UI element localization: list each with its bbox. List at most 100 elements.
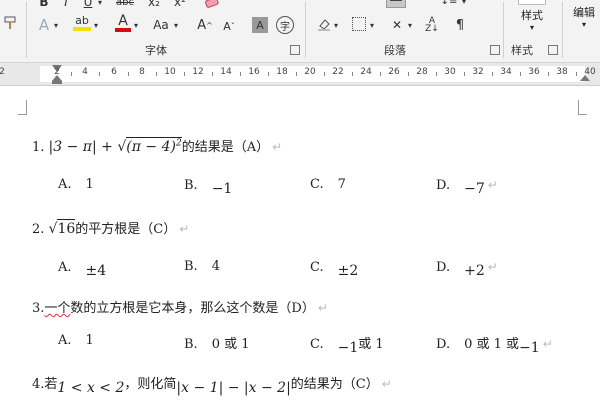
font-color-button[interactable]: A bbox=[114, 14, 132, 32]
styles-icon bbox=[518, 0, 546, 5]
ruler-tick bbox=[352, 72, 353, 76]
shading-icon[interactable] bbox=[316, 16, 332, 32]
ruler-tick bbox=[548, 72, 549, 76]
editing-button[interactable]: 编辑 ▾ bbox=[566, 4, 600, 40]
shading-dropdown-icon[interactable]: ▾ bbox=[332, 18, 340, 32]
horizontal-ruler[interactable]: 2 2 4 6 8 10 12 14 16 18 20 22 24 26 28 30 32 34 36 38 40 bbox=[0, 63, 600, 86]
q1-option-c-label: C. bbox=[310, 177, 324, 192]
q3-option-a[interactable]: A. 1 bbox=[58, 333, 94, 348]
q1-option-b-label: B. bbox=[184, 178, 198, 193]
underline-button[interactable]: U bbox=[80, 0, 96, 10]
ruler-tick bbox=[436, 72, 437, 76]
q1-option-c[interactable]: C. 7 bbox=[310, 177, 346, 192]
document-page[interactable] bbox=[0, 86, 600, 400]
sort-icon[interactable]: A Z↓ bbox=[424, 16, 440, 34]
sqrt-sign: √ bbox=[117, 139, 127, 155]
italic-button[interactable]: I bbox=[58, 0, 74, 10]
ribbon: B I U ▾ abc x₂ x² A ▾ ab ▾ A ▾ Aa ▾ A ^ A… bbox=[0, 0, 600, 63]
question-4[interactable]: 4.若1 < x < 2，则化简|x − 1| − |x − 2|的结果为（C）… bbox=[32, 373, 392, 396]
line-spacing-icon[interactable]: ↕≡ bbox=[440, 0, 458, 8]
ruler-tick bbox=[156, 72, 157, 76]
q3-option-c-label: C. bbox=[310, 337, 324, 352]
text-effects-icon[interactable]: A bbox=[36, 16, 52, 34]
styles-group-label: 样式 bbox=[511, 44, 533, 57]
q1-option-b[interactable]: B. −1 bbox=[184, 177, 232, 197]
paragraph-mark-icon: ↵ bbox=[487, 260, 498, 274]
char-shading-button[interactable]: A bbox=[252, 17, 268, 33]
q3-option-c[interactable]: C. −1或 1 bbox=[310, 333, 384, 356]
borders-dropdown-icon[interactable]: ▾ bbox=[368, 18, 376, 32]
grow-font-button[interactable]: A ^ bbox=[196, 16, 214, 34]
ruler-number: 32 bbox=[472, 67, 484, 77]
q1-option-d-value: −7 bbox=[464, 181, 485, 197]
align-center-icon[interactable] bbox=[342, 0, 356, 6]
ruler-number: 12 bbox=[192, 67, 204, 77]
font-color-letter: A bbox=[118, 13, 128, 29]
change-case-button[interactable]: Aa bbox=[150, 16, 172, 34]
q2-option-c[interactable]: C. ±2 bbox=[310, 259, 358, 279]
align-right-icon[interactable] bbox=[366, 0, 380, 6]
line-spacing-dropdown-icon[interactable]: ▾ bbox=[460, 0, 468, 8]
q2-text: 的平方根是（C） bbox=[75, 222, 177, 237]
question-3[interactable]: 3.一个数的立方根是它本身，那么这个数是（D） ↵ bbox=[32, 297, 328, 316]
enclose-char-button[interactable]: 字 bbox=[276, 16, 294, 34]
ruler-tick bbox=[380, 72, 381, 76]
clear-format-icon[interactable] bbox=[202, 0, 222, 10]
q2-option-b[interactable]: B. 4 bbox=[184, 259, 220, 274]
q2-sqrt: √16 bbox=[49, 219, 76, 237]
q2-option-b-label: B. bbox=[184, 259, 198, 274]
highlight-color-button[interactable]: ab bbox=[72, 14, 92, 32]
q2-option-c-label: C. bbox=[310, 260, 324, 275]
q4-pre: 若 bbox=[44, 377, 58, 392]
chinese-layout-dropdown-icon[interactable]: ▾ bbox=[406, 18, 414, 32]
q3-option-d[interactable]: D. 0 或 1 或−1 ↵ bbox=[436, 333, 553, 356]
editing-dropdown-icon: ▾ bbox=[581, 20, 586, 29]
change-case-dropdown-icon[interactable]: ▾ bbox=[172, 18, 180, 32]
question-1[interactable]: 1. |3 − π| + √(π − 4)2的结果是（A） ↵ bbox=[32, 136, 282, 155]
grow-font-letter: A bbox=[197, 17, 207, 33]
shrink-caret-icon: ˇ bbox=[230, 21, 235, 31]
font-dialog-launcher-icon[interactable] bbox=[290, 45, 300, 55]
align-left-icon[interactable] bbox=[318, 0, 332, 6]
separator bbox=[26, 2, 27, 58]
subscript-button[interactable]: x₂ bbox=[144, 0, 164, 10]
paragraph-dialog-launcher-icon[interactable] bbox=[490, 45, 500, 55]
q4-condition: 1 < x < 2 bbox=[57, 380, 125, 396]
underline-dropdown-icon[interactable]: ▾ bbox=[96, 0, 104, 10]
editing-button-label: 编辑 bbox=[573, 6, 595, 19]
shrink-font-button[interactable]: Aˇ bbox=[220, 17, 238, 35]
q2-option-d[interactable]: D. +2 ↵ bbox=[436, 259, 498, 279]
ruler-number: 22 bbox=[332, 67, 344, 77]
ruler-tick bbox=[212, 72, 213, 76]
q2-option-d-label: D. bbox=[436, 260, 451, 275]
shrink-font-letter: A bbox=[223, 19, 231, 33]
bold-button[interactable]: B bbox=[36, 0, 52, 10]
q3-option-a-value: 1 bbox=[85, 333, 94, 348]
ruler-number: 2 bbox=[0, 67, 5, 77]
borders-icon[interactable] bbox=[352, 17, 366, 31]
show-marks-icon[interactable]: ¶ bbox=[452, 16, 468, 34]
format-painter-icon[interactable] bbox=[2, 14, 18, 32]
justify-icon[interactable] bbox=[386, 0, 406, 8]
q2-option-a[interactable]: A. ±4 bbox=[58, 259, 106, 279]
superscript-button[interactable]: x² bbox=[170, 0, 190, 10]
styles-dialog-launcher-icon[interactable] bbox=[548, 45, 558, 55]
q1-text: 的结果是（A） bbox=[181, 140, 270, 155]
ruler-number: 8 bbox=[139, 67, 145, 77]
text-effects-dropdown-icon[interactable]: ▾ bbox=[52, 18, 60, 32]
question-2[interactable]: 2. √16的平方根是（C） ↵ bbox=[32, 218, 189, 237]
q1-option-d-label: D. bbox=[436, 178, 451, 193]
distributed-icon[interactable] bbox=[412, 0, 426, 6]
ruler-number: 20 bbox=[304, 67, 316, 77]
q3-option-b[interactable]: B. 0 或 1 bbox=[184, 333, 250, 352]
styles-button[interactable]: 样式 ▾ bbox=[510, 0, 554, 34]
q1-option-d[interactable]: D. −7 ↵ bbox=[436, 177, 498, 197]
font-color-dropdown-icon[interactable]: ▾ bbox=[132, 18, 140, 32]
paragraph-mark-icon: ↵ bbox=[317, 301, 328, 315]
highlight-dropdown-icon[interactable]: ▾ bbox=[92, 18, 100, 32]
strikethrough-button[interactable]: abc bbox=[112, 0, 138, 10]
q1-option-a-value: 1 bbox=[85, 177, 94, 192]
left-indent-marker[interactable] bbox=[52, 81, 62, 84]
chinese-layout-icon[interactable]: ✕ bbox=[388, 16, 406, 34]
q1-option-a[interactable]: A. 1 bbox=[58, 177, 94, 192]
